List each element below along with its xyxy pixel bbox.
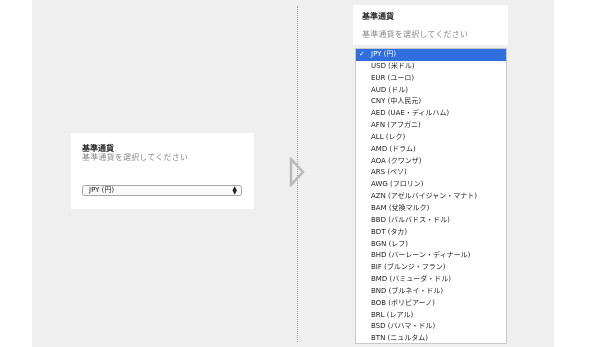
dropdown-option[interactable]: BBD (バルバドス・ドル) bbox=[356, 215, 506, 227]
dropdown-option[interactable]: BSD (バハマ・ドル) bbox=[356, 321, 506, 333]
option-label: AWG (フロリン) bbox=[371, 180, 424, 189]
select-value: JPY (円) bbox=[89, 186, 115, 194]
dropdown-option[interactable]: AOA (クワンザ) bbox=[356, 156, 506, 168]
dropdown-option[interactable]: BGN (レフ) bbox=[356, 239, 506, 251]
dropdown-option[interactable]: BMD (バミューダ・ドル) bbox=[356, 274, 506, 286]
dropdown-option[interactable]: AZN (アゼルバイジャン・マナト) bbox=[356, 191, 506, 203]
dropdown-option[interactable]: AWG (フロリン) bbox=[356, 179, 506, 191]
option-label: BIF (ブルンジ・フラン) bbox=[371, 263, 446, 272]
option-label: AZN (アゼルバイジャン・マナト) bbox=[371, 192, 478, 201]
dropdown-option[interactable]: BND (ブルネイ・ドル) bbox=[356, 286, 506, 298]
option-label: BSD (バハマ・ドル) bbox=[371, 322, 436, 331]
dropdown-option[interactable]: ARS (ペソ) bbox=[356, 167, 506, 179]
dropdown-option[interactable]: AED (UAE・ディルハム) bbox=[356, 108, 506, 120]
option-label: ALL (レク) bbox=[371, 132, 406, 141]
option-label: BND (ブルネイ・ドル) bbox=[371, 286, 444, 295]
dropdown-option[interactable]: AFN (アフガニ) bbox=[356, 120, 506, 132]
option-label: AMD (ドラム) bbox=[371, 144, 416, 153]
dropdown-option[interactable]: AUD (ドル) bbox=[356, 85, 506, 97]
checkmark-icon: ✓ bbox=[359, 50, 365, 58]
option-label: BMD (バミューダ・ドル) bbox=[371, 275, 451, 284]
dropdown-option[interactable]: BDT (タカ) bbox=[356, 227, 506, 239]
option-label: USD (米ドル) bbox=[371, 61, 415, 70]
dropdown-option[interactable]: BIF (ブルンジ・フラン) bbox=[356, 262, 506, 274]
dropdown-option[interactable]: ✓ JPY (円) bbox=[356, 49, 506, 61]
option-label: AOA (クワンザ) bbox=[371, 156, 422, 165]
option-label: BHD (バーレーン・ディナール) bbox=[371, 251, 471, 260]
option-label: EUR (ユーロ) bbox=[371, 73, 415, 82]
dropdown-option[interactable]: ALL (レク) bbox=[356, 132, 506, 144]
dropdown-option[interactable]: EUR (ユーロ) bbox=[356, 73, 506, 85]
dropdown-option[interactable]: AMD (ドラム) bbox=[356, 144, 506, 156]
currency-select[interactable]: JPY (円) ▲ ▼ bbox=[82, 185, 242, 196]
dropdown-option[interactable]: BOB (ボリビアーノ) bbox=[356, 298, 506, 310]
option-label: BRL (レアル) bbox=[371, 310, 414, 319]
option-label: AED (UAE・ディルハム) bbox=[371, 109, 450, 118]
option-label: AFN (アフガニ) bbox=[371, 121, 421, 130]
option-label: BDT (タカ) bbox=[371, 227, 408, 236]
currency-card-collapsed: 基準通貨 基準通貨を選択してください JPY (円) ▲ ▼ bbox=[71, 133, 254, 209]
option-label: BAM (兌換マルク) bbox=[371, 203, 430, 212]
option-label: BGN (レフ) bbox=[371, 239, 409, 248]
option-label: BBD (バルバドス・ドル) bbox=[371, 215, 450, 224]
card-subtitle: 基準通貨を選択してください bbox=[362, 30, 469, 39]
dropdown-option[interactable]: CNY (中人民元) bbox=[356, 96, 506, 108]
option-label: JPY (円) bbox=[371, 50, 397, 58]
option-label: CNY (中人民元) bbox=[371, 97, 422, 106]
currency-card-expanded: 基準通貨 基準通貨を選択してください bbox=[353, 5, 508, 45]
dropdown-option[interactable]: BHD (バーレーン・ディナール) bbox=[356, 250, 506, 262]
updown-chevron-icon: ▲ ▼ bbox=[232, 184, 237, 196]
option-label: AUD (ドル) bbox=[371, 85, 408, 94]
dropdown-option[interactable]: BRL (レアル) bbox=[356, 310, 506, 322]
dropdown-option[interactable]: BTN (ニュルタム) bbox=[356, 333, 506, 343]
dropdown-option[interactable]: USD (米ドル) bbox=[356, 61, 506, 73]
option-label: ARS (ペソ) bbox=[371, 168, 407, 177]
card-title: 基準通貨 bbox=[362, 12, 394, 21]
transition-arrow-icon bbox=[289, 157, 305, 187]
dropdown-option[interactable]: BAM (兌換マルク) bbox=[356, 203, 506, 215]
card-subtitle: 基準通貨を選択してください bbox=[82, 153, 189, 162]
option-label: BOB (ボリビアーノ) bbox=[371, 298, 435, 307]
option-label: BTN (ニュルタム) bbox=[371, 334, 429, 343]
currency-dropdown-list[interactable]: ✓ JPY (円) USD (米ドル) EUR (ユーロ) AUD (ドル) CNY (中… bbox=[355, 48, 507, 344]
